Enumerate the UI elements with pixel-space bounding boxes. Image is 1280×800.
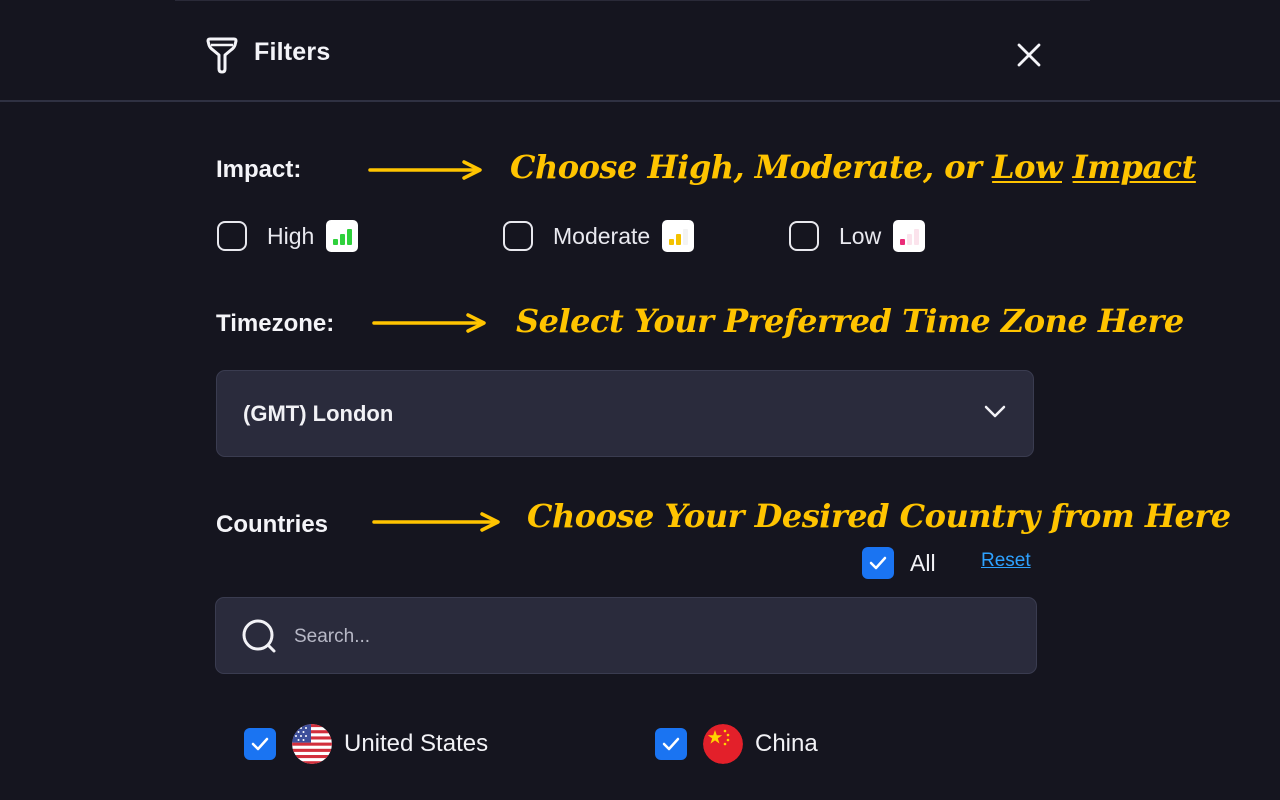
impact-option-high[interactable]: High bbox=[217, 216, 359, 256]
us-flag-icon bbox=[292, 724, 332, 764]
page-title: Filters bbox=[254, 38, 331, 66]
arrow-right-icon bbox=[372, 313, 486, 333]
country-search[interactable] bbox=[215, 597, 1037, 674]
checkmark-icon bbox=[869, 556, 887, 570]
countries-annotation: Choose Your Desired Country from Here bbox=[527, 497, 1231, 535]
moderate-label: Moderate bbox=[553, 222, 651, 249]
timezone-label: Timezone: bbox=[216, 310, 335, 337]
impact-label: Impact: bbox=[216, 156, 302, 183]
country-item-china[interactable]: China bbox=[655, 724, 818, 764]
china-flag-icon bbox=[703, 724, 743, 764]
select-all-toggle[interactable]: All bbox=[862, 547, 936, 579]
impact-option-moderate[interactable]: Moderate bbox=[503, 216, 695, 256]
united-states-checkbox[interactable] bbox=[244, 728, 276, 760]
timezone-select[interactable]: (GMT) London bbox=[216, 370, 1034, 457]
arrow-right-icon bbox=[372, 512, 500, 532]
all-checkbox[interactable] bbox=[862, 547, 894, 579]
arrow-right-icon bbox=[368, 160, 482, 180]
impact-annotation: Choose High, Moderate, or Low Impact bbox=[510, 148, 1196, 186]
moderate-checkbox[interactable] bbox=[503, 221, 533, 251]
low-checkbox[interactable] bbox=[789, 221, 819, 251]
search-input[interactable] bbox=[292, 618, 996, 656]
reset-link[interactable]: Reset bbox=[981, 550, 1031, 572]
country-name: United States bbox=[344, 730, 489, 757]
high-label: High bbox=[267, 222, 315, 249]
search-icon bbox=[242, 619, 276, 653]
impact-option-low[interactable]: Low bbox=[789, 216, 926, 256]
checkmark-icon bbox=[251, 737, 269, 751]
filters-header: Filters bbox=[0, 0, 1280, 100]
high-checkbox[interactable] bbox=[217, 221, 247, 251]
timezone-selected-value: (GMT) London bbox=[243, 401, 394, 426]
filter-icon bbox=[206, 37, 238, 74]
checkmark-icon bbox=[662, 737, 680, 751]
china-checkbox[interactable] bbox=[655, 728, 687, 760]
close-icon[interactable] bbox=[1012, 38, 1046, 72]
filters-panel: Filters Impact: Choose High, Moderate, o… bbox=[0, 0, 1280, 800]
countries-label: Countries bbox=[216, 511, 329, 538]
all-label: All bbox=[910, 549, 936, 576]
moderate-impact-bars-icon bbox=[662, 220, 695, 252]
chevron-down-icon bbox=[984, 405, 1006, 418]
low-impact-bars-icon bbox=[893, 220, 926, 252]
header-divider bbox=[0, 100, 1280, 102]
low-label: Low bbox=[839, 222, 882, 249]
timezone-annotation: Select Your Preferred Time Zone Here bbox=[516, 302, 1184, 340]
high-impact-bars-icon bbox=[326, 220, 359, 252]
country-item-united-states[interactable]: United States bbox=[244, 724, 488, 764]
country-name: China bbox=[755, 730, 818, 757]
